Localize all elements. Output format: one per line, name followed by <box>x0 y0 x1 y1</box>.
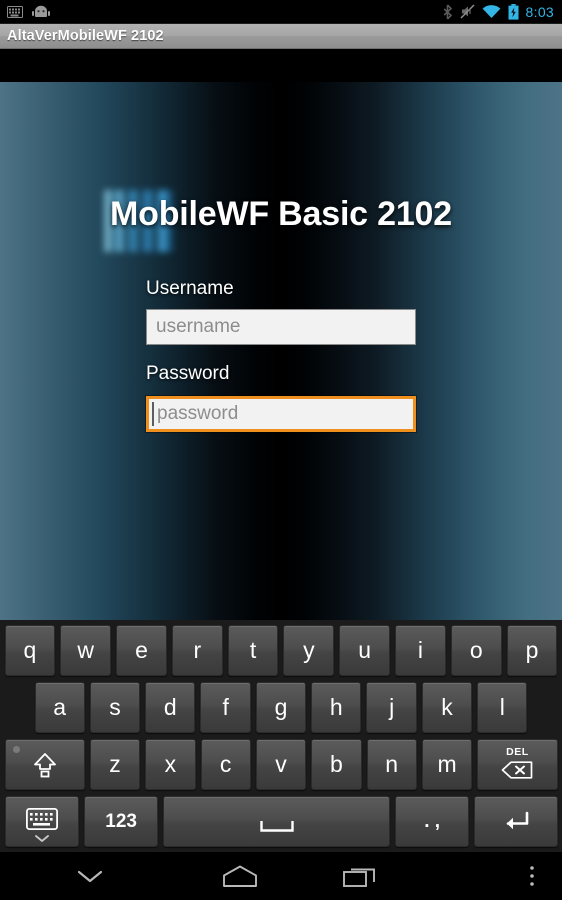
nav-back-button[interactable] <box>0 852 180 900</box>
key-r[interactable]: r <box>171 625 223 676</box>
login-screen: MobileWF Basic 2102 Username username Pa… <box>0 82 562 620</box>
recents-icon <box>343 865 377 887</box>
key-s[interactable]: s <box>89 682 141 733</box>
text-cursor <box>152 402 154 426</box>
android-screen: 8:03 AltaVerMobileWF 2102 MobileWF Basic… <box>0 0 562 900</box>
overflow-menu-icon <box>529 865 535 887</box>
password-label: Password <box>146 363 230 384</box>
wifi-icon <box>482 4 501 19</box>
key-o[interactable]: o <box>450 625 502 676</box>
key-enter[interactable] <box>474 796 558 847</box>
chevron-down-icon <box>34 834 49 842</box>
username-input-placeholder: username <box>156 316 241 337</box>
key-g[interactable]: g <box>255 682 307 733</box>
key-y[interactable]: y <box>283 625 335 676</box>
home-icon <box>222 865 258 887</box>
status-bar-system-icons: 8:03 <box>442 3 562 20</box>
key-switch-keyboard[interactable] <box>4 796 79 847</box>
key-delete[interactable]: DEL <box>477 739 558 790</box>
app-title-bar-label: AltaVerMobileWF 2102 <box>7 28 164 44</box>
enter-icon <box>502 811 530 833</box>
bluetooth-icon <box>442 3 453 20</box>
status-bar-clock: 8:03 <box>525 3 554 20</box>
page-title: MobileWF Basic 2102 <box>110 195 452 233</box>
key-e[interactable]: e <box>116 625 167 676</box>
nav-overflow-menu-button[interactable] <box>502 852 562 900</box>
shift-state-indicator <box>12 746 20 753</box>
keyboard-row-4: 123 . , <box>0 793 562 850</box>
password-input[interactable]: password <box>146 396 416 432</box>
key-v[interactable]: v <box>255 739 307 790</box>
volume-muted-icon <box>460 4 475 19</box>
status-bar: 8:03 <box>0 0 562 24</box>
password-input-placeholder: password <box>157 403 239 424</box>
keyboard-row-1: q w e r t y u i o p <box>0 622 562 679</box>
key-n[interactable]: n <box>366 739 417 790</box>
key-c[interactable]: c <box>200 739 251 790</box>
nav-recents-button[interactable] <box>300 852 420 900</box>
keyboard-switch-icon <box>25 807 58 830</box>
backspace-icon <box>501 761 533 779</box>
key-l[interactable]: l <box>477 682 528 733</box>
shift-icon <box>33 752 57 778</box>
keyboard-row-3: z x c v b n m DEL <box>0 736 562 793</box>
key-x[interactable]: x <box>145 739 196 790</box>
key-j[interactable]: j <box>366 682 417 733</box>
keyboard-icon <box>7 5 23 18</box>
key-z[interactable]: z <box>89 739 141 790</box>
key-punctuation[interactable]: . , <box>394 796 470 847</box>
key-space[interactable] <box>163 796 390 847</box>
nav-home-button[interactable] <box>180 852 300 900</box>
app-title-bar: AltaVerMobileWF 2102 <box>0 24 562 49</box>
status-bar-notifications <box>0 5 50 18</box>
key-numbers[interactable]: 123 <box>83 796 159 847</box>
soft-keyboard[interactable]: q w e r t y u i o p a s d f g h j k l z … <box>0 620 562 852</box>
key-p[interactable]: p <box>506 625 558 676</box>
key-delete-label: DEL <box>506 746 529 758</box>
battery-charging-icon <box>508 3 519 20</box>
key-shift[interactable] <box>4 739 85 790</box>
key-w[interactable]: w <box>60 625 112 676</box>
title-content-divider <box>0 50 562 82</box>
chevron-down-icon <box>76 868 104 884</box>
key-u[interactable]: u <box>339 625 391 676</box>
key-f[interactable]: f <box>200 682 251 733</box>
key-k[interactable]: k <box>421 682 473 733</box>
android-robot-icon <box>32 5 50 18</box>
space-icon <box>259 820 294 833</box>
key-b[interactable]: b <box>311 739 362 790</box>
key-i[interactable]: i <box>395 625 446 676</box>
keyboard-row-2: a s d f g h j k l <box>0 679 562 736</box>
navigation-bar <box>0 852 562 900</box>
key-d[interactable]: d <box>145 682 196 733</box>
username-input[interactable]: username <box>146 309 416 345</box>
key-m[interactable]: m <box>421 739 473 790</box>
key-h[interactable]: h <box>311 682 362 733</box>
key-q[interactable]: q <box>4 625 56 676</box>
username-label: Username <box>146 278 234 299</box>
key-t[interactable]: t <box>227 625 279 676</box>
key-a[interactable]: a <box>34 682 85 733</box>
